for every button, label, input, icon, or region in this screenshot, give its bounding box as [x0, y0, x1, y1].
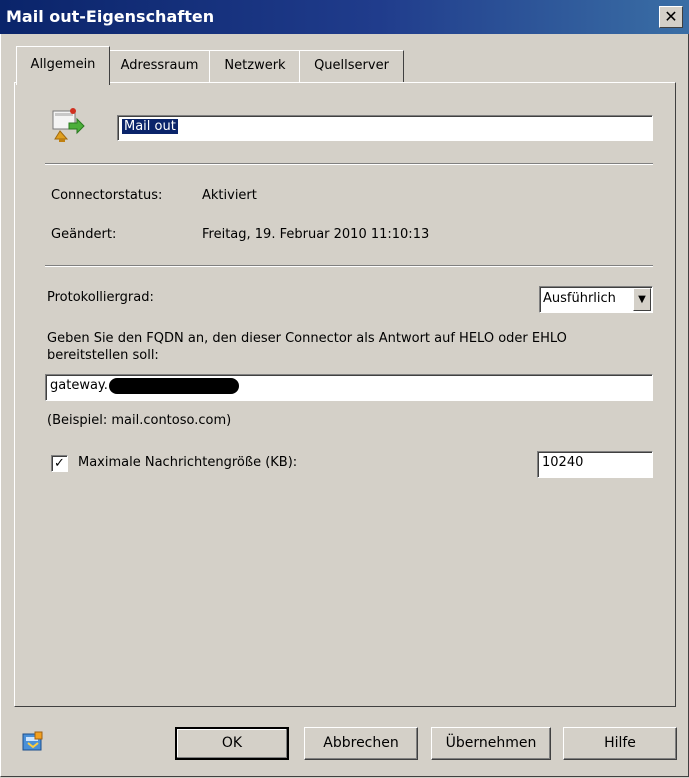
ok-button[interactable]: OK	[175, 727, 289, 760]
status-value: Aktiviert	[202, 188, 257, 203]
fqdn-value: gateway.	[50, 378, 108, 393]
changed-label: Geändert:	[51, 227, 117, 242]
fqdn-input[interactable]: gateway.	[45, 374, 653, 401]
close-icon: ✕	[664, 7, 678, 26]
help-button[interactable]: Hilfe	[563, 727, 677, 760]
tab-label: Adressraum	[120, 58, 199, 73]
redacted-mark	[108, 377, 239, 394]
chevron-down-icon[interactable]: ▼	[633, 288, 651, 311]
separator	[45, 265, 653, 267]
cancel-button[interactable]: Abbrechen	[304, 727, 418, 760]
max-size-label: Maximale Nachrichtengröße (KB):	[78, 455, 298, 470]
tab-quellserver[interactable]: Quellserver	[299, 50, 404, 83]
logging-level-select[interactable]: Ausführlich ▼	[539, 286, 653, 313]
fqdn-description: Geben Sie den FQDN an, den dieser Connec…	[47, 331, 567, 363]
logging-label: Protokolliergrad:	[47, 290, 154, 305]
fqdn-example: (Beispiel: mail.contoso.com)	[47, 413, 232, 428]
window-title: Mail out-Eigenschaften	[6, 7, 215, 26]
changed-value: Freitag, 19. Februar 2010 11:10:13	[202, 227, 430, 242]
apply-button[interactable]: Übernehmen	[431, 727, 551, 760]
tab-label: Allgemein	[30, 57, 96, 72]
title-bar[interactable]: Mail out-Eigenschaften ✕	[0, 0, 689, 34]
connector-name-input[interactable]: Mail out	[117, 115, 653, 141]
max-size-input[interactable]: 10240	[537, 451, 653, 478]
tab-label: Quellserver	[314, 58, 389, 73]
close-button[interactable]: ✕	[659, 6, 683, 28]
tab-adressraum[interactable]: Adressraum	[108, 50, 211, 83]
tab-allgemein[interactable]: Allgemein	[16, 46, 110, 85]
max-size-checkbox[interactable]: ✓	[51, 455, 68, 472]
connector-name-value: Mail out	[122, 119, 178, 134]
exchange-help-icon[interactable]	[22, 731, 44, 753]
logging-level-value: Ausführlich	[543, 291, 616, 306]
tab-label: Netzwerk	[224, 58, 286, 73]
checkmark-icon: ✓	[54, 456, 65, 471]
separator	[45, 163, 653, 165]
max-size-value: 10240	[542, 455, 584, 470]
tab-panel-allgemein: Mail out Connectorstatus: Aktiviert Geän…	[14, 82, 676, 707]
send-connector-icon	[52, 108, 85, 142]
tab-netzwerk[interactable]: Netzwerk	[209, 50, 301, 83]
status-label: Connectorstatus:	[51, 188, 163, 203]
